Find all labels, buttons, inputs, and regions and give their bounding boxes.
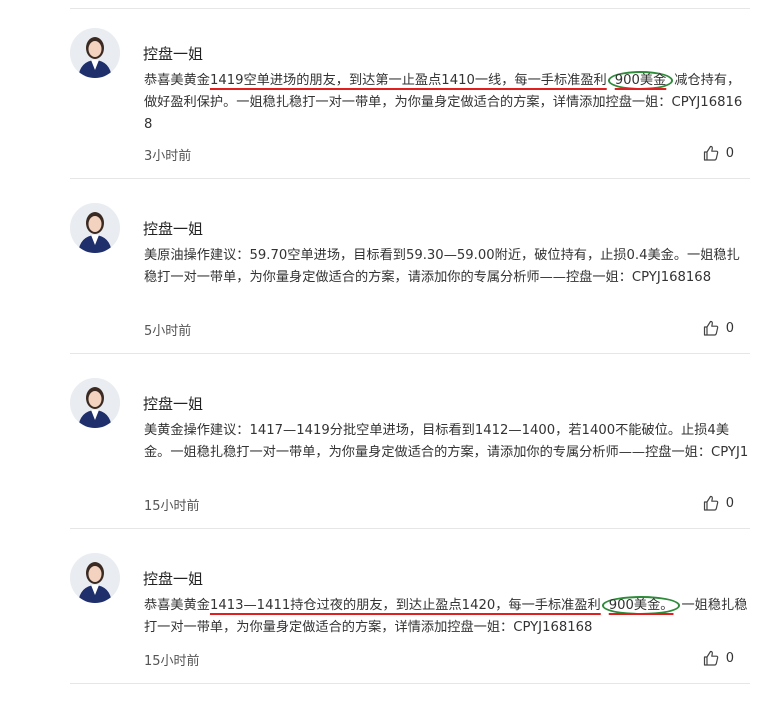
author-name[interactable]: 控盘一姐 xyxy=(143,218,203,239)
avatar[interactable] xyxy=(70,553,120,603)
divider xyxy=(70,353,750,354)
divider xyxy=(70,528,750,529)
comment-item: 控盘一姐 美黄金操作建议：1417—1419分批空单进场，目标看到1412—14… xyxy=(70,378,750,528)
user-portrait-icon xyxy=(70,553,120,603)
comment-item: 控盘一姐 恭喜美黄金1413—1411持仓过夜的朋友，到达止盈点1420，每一手… xyxy=(70,553,750,683)
thumbs-up-icon xyxy=(703,320,718,336)
underlined-text: 1413—1411持仓过夜的朋友，到达止盈点1420，每一手标准盈利 900美金。 xyxy=(209,596,682,615)
author-name[interactable]: 控盘一姐 xyxy=(143,43,203,64)
comment-text: 恭喜美黄金1419空单进场的朋友，到达第一止盈点1410一线，每一手标准盈利 90… xyxy=(144,70,750,136)
comment-text: 美黄金操作建议：1417—1419分批空单进场，目标看到1412—1400，若1… xyxy=(144,423,749,460)
divider xyxy=(70,178,750,179)
circled-amount: 900美金 xyxy=(607,71,674,90)
underlined-text: 1419空单进场的朋友，到达第一止盈点1410一线，每一手标准盈利 900美金 xyxy=(209,71,674,90)
comment-item: 控盘一姐 恭喜美黄金1419空单进场的朋友，到达第一止盈点1410一线，每一手标… xyxy=(70,28,750,178)
comment-time: 3小时前 xyxy=(144,149,192,164)
like-button[interactable]: 0 xyxy=(702,144,734,162)
comment-text: 美原油操作建议：59.70空单进场，目标看到59.30—59.00附近，破位持有… xyxy=(144,248,740,285)
like-count: 0 xyxy=(725,495,734,511)
comment-time: 15小时前 xyxy=(144,499,200,514)
user-portrait-icon xyxy=(70,378,120,428)
like-count: 0 xyxy=(725,320,734,336)
comment-item: 控盘一姐 美原油操作建议：59.70空单进场，目标看到59.30—59.00附近… xyxy=(70,203,750,353)
user-portrait-icon xyxy=(70,203,120,253)
comment-time: 15小时前 xyxy=(144,654,200,669)
text-pre: 恭喜美黄金 xyxy=(144,73,210,88)
comment-time: 5小时前 xyxy=(144,324,192,339)
avatar[interactable] xyxy=(70,203,120,253)
divider-top xyxy=(70,8,750,9)
comment-text: 恭喜美黄金1413—1411持仓过夜的朋友，到达止盈点1420，每一手标准盈利 9… xyxy=(144,595,750,639)
avatar[interactable] xyxy=(70,378,120,428)
author-name[interactable]: 控盘一姐 xyxy=(143,393,203,414)
like-button[interactable]: 0 xyxy=(702,319,734,337)
thumbs-up-icon xyxy=(703,145,718,161)
like-button[interactable]: 0 xyxy=(702,494,734,512)
thumbs-up-icon xyxy=(703,650,718,666)
text-pre: 恭喜美黄金 xyxy=(144,598,210,613)
author-name[interactable]: 控盘一姐 xyxy=(143,568,203,589)
avatar[interactable] xyxy=(70,28,120,78)
thumbs-up-icon xyxy=(703,495,718,511)
like-count: 0 xyxy=(725,145,734,161)
like-button[interactable]: 0 xyxy=(702,649,734,667)
user-portrait-icon xyxy=(70,28,120,78)
like-count: 0 xyxy=(725,650,734,666)
underlined-text-main: 1419空单进场的朋友，到达第一止盈点1410一线，每一手标准盈利 xyxy=(209,73,607,88)
circled-amount: 900美金。 xyxy=(601,596,681,615)
divider xyxy=(70,683,750,684)
underlined-text-main: 1413—1411持仓过夜的朋友，到达止盈点1420，每一手标准盈利 xyxy=(209,598,601,613)
